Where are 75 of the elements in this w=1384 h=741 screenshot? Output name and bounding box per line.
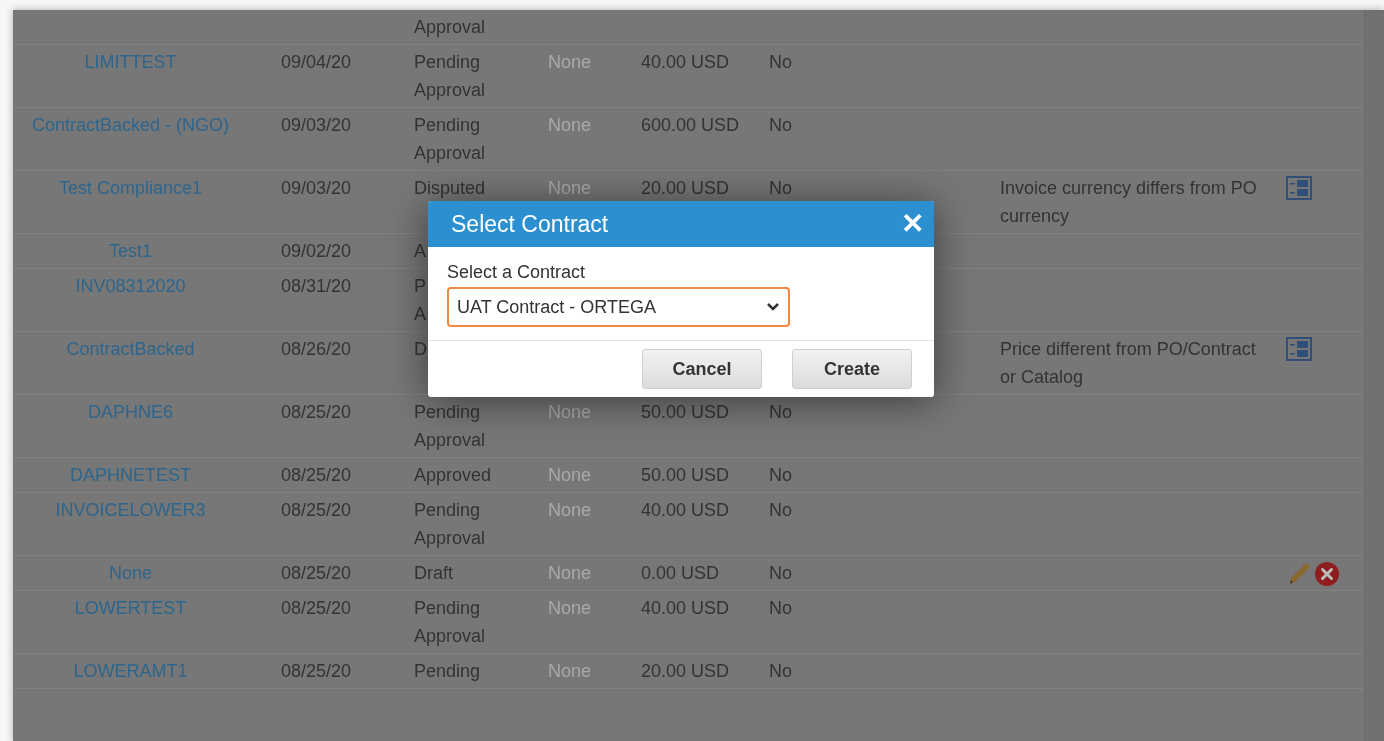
status-text: Pending: [414, 401, 481, 424]
invoice-link[interactable]: LOWERTEST: [74, 594, 187, 650]
invoice-link[interactable]: None: [109, 559, 152, 587]
flag-text: No: [769, 178, 792, 198]
status-text: Approval: [414, 79, 486, 102]
date-text: 09/04/20: [281, 52, 352, 72]
amount-text: 50.00 USD: [641, 465, 730, 485]
date-text: 08/25/20: [281, 500, 352, 520]
invoice-link[interactable]: ContractBacked: [66, 335, 195, 391]
amount-text: 600.00 USD: [641, 115, 740, 135]
amount-text: 20.00 USD: [641, 178, 730, 198]
status-text: Pending: [414, 499, 481, 522]
flag-text: No: [769, 661, 792, 681]
status-text: A: [414, 303, 426, 326]
contract-select[interactable]: UAT Contract - ORTEGA: [447, 287, 790, 327]
date-text: 08/31/20: [281, 276, 352, 296]
create-button[interactable]: Create: [792, 349, 912, 389]
status-text: Pending: [414, 114, 481, 137]
dialog-title: Select Contract: [451, 209, 609, 239]
invoice-link[interactable]: INVOICELOWER3: [55, 496, 206, 552]
date-text: 08/26/20: [281, 339, 352, 359]
date-text: 09/03/20: [281, 115, 352, 135]
status-text: D: [414, 338, 427, 361]
list-view-icon[interactable]: [1286, 176, 1312, 200]
invoice-link[interactable]: LIMITTEST: [84, 48, 177, 104]
exception-text: currency: [1000, 205, 1070, 228]
field-label: Select a Contract: [447, 261, 587, 283]
date-text: 08/25/20: [281, 661, 352, 681]
flag-text: No: [769, 598, 792, 618]
amount-text: 40.00 USD: [641, 598, 730, 618]
flag-text: No: [769, 563, 792, 583]
status-text: Approved: [414, 464, 492, 487]
close-button[interactable]: ✕: [901, 210, 924, 238]
status-text: Approval: [414, 16, 486, 39]
list-view-icon[interactable]: [1286, 337, 1312, 361]
date-text: 08/25/20: [281, 402, 352, 422]
chevron-down-icon: [766, 302, 780, 312]
date-text: 08/25/20: [281, 598, 352, 618]
status-text: Draft: [414, 562, 453, 585]
invoice-link[interactable]: DAPHNETEST: [70, 461, 191, 489]
status-text: Pending: [414, 597, 481, 620]
invoice-link[interactable]: Test1: [109, 237, 152, 265]
status-text: A: [414, 240, 426, 263]
status-text: Pending: [414, 660, 481, 683]
invoice-link[interactable]: INV08312020: [75, 272, 186, 328]
date-text: 08/25/20: [281, 563, 352, 583]
date-text: 09/03/20: [281, 178, 352, 198]
amount-text: 40.00 USD: [641, 500, 730, 520]
cancel-button[interactable]: Cancel: [642, 349, 762, 389]
amount-text: 0.00 USD: [641, 563, 720, 583]
flag-text: No: [769, 465, 792, 485]
status-text: Approval: [414, 429, 486, 452]
flag-text: No: [769, 115, 792, 135]
status-text: P: [414, 275, 426, 298]
status-text: Approval: [414, 527, 486, 550]
exception-text: or Catalog: [1000, 366, 1084, 389]
amount-text: 20.00 USD: [641, 661, 730, 681]
amount-text: 50.00 USD: [641, 402, 730, 422]
date-text: 08/25/20: [281, 465, 352, 485]
status-text: Approval: [414, 142, 486, 165]
invoice-link[interactable]: Test Compliance1: [58, 174, 203, 230]
invoice-link[interactable]: DAPHNE6: [88, 398, 173, 454]
invoice-link[interactable]: ContractBacked - (NGO): [31, 111, 230, 167]
status-text: Pending: [414, 51, 481, 74]
exception-text: Price different from PO/Contract: [1000, 338, 1256, 361]
flag-text: No: [769, 402, 792, 422]
flag-text: No: [769, 52, 792, 72]
amount-text: 40.00 USD: [641, 52, 730, 72]
delete-icon[interactable]: [1314, 561, 1340, 587]
status-text: Approval: [414, 625, 486, 648]
status-text: Disputed: [414, 177, 486, 200]
date-text: 09/02/20: [281, 241, 352, 261]
invoice-link[interactable]: LOWERAMT1: [73, 657, 188, 685]
flag-text: No: [769, 500, 792, 520]
exception-text: Invoice currency differs from PO: [1000, 177, 1257, 200]
